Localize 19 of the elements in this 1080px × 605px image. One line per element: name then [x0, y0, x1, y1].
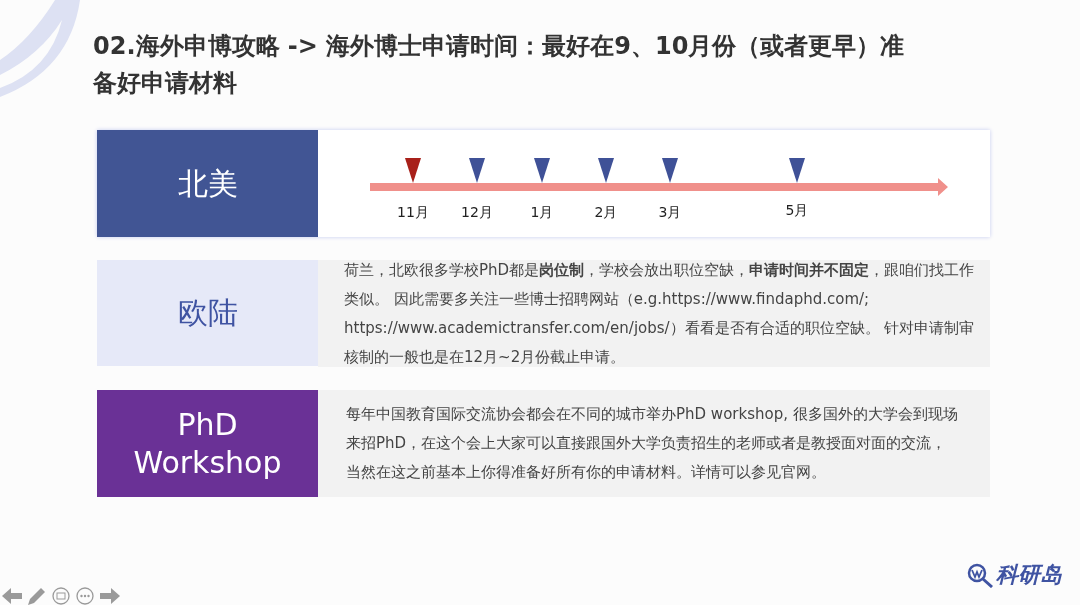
month-label: 11月	[397, 204, 429, 220]
region-label: 欧陆	[97, 260, 318, 366]
month-label: 12月	[461, 204, 493, 220]
logo-text: 科研岛	[996, 561, 1062, 589]
description-text: 荷兰，北欧很多学校PhD都是岗位制，学校会放出职位空缺，申请时间并不固定，跟咱们找工作类似。 因此需要多关注一些博士招聘网站（e.g.https://www.findaphd.com/; https://www.academictransfer.com/en/jobs/）看看是否有合适的职位空缺。 针对申请制审核制的一般也是在12月~2月份截止申请。	[344, 259, 976, 368]
region-label: 北美	[97, 130, 318, 237]
region-label: PhD Workshop	[97, 390, 318, 497]
month-label: 2月	[594, 204, 618, 220]
previous-arrow-icon[interactable]	[2, 588, 22, 604]
month-label: 5月	[785, 202, 809, 218]
more-icon[interactable]	[76, 587, 94, 605]
magnifier-logo-icon	[966, 561, 994, 588]
slide-title: 02.海外申博攻略 -> 海外博士申请时间：最好在9、10月份（或者更早）准备好申请材料	[93, 31, 906, 99]
description-text: 每年中国教育国际交流协会都会在不同的城市举办PhD workshop, 很多国外的大学会到现场来招PhD，在这个会上大家可以直接跟国外大学负责招生的老师或者是教授面对面的交流，当然在这之前基本上你得准备好所有你的申请材料。详情可以参见官网。	[346, 404, 959, 483]
month-label: 3月	[658, 204, 682, 220]
pen-icon[interactable]	[28, 587, 46, 605]
screen-icon[interactable]	[52, 587, 70, 605]
month-label: 1月	[530, 204, 554, 220]
next-arrow-icon[interactable]	[100, 588, 120, 604]
